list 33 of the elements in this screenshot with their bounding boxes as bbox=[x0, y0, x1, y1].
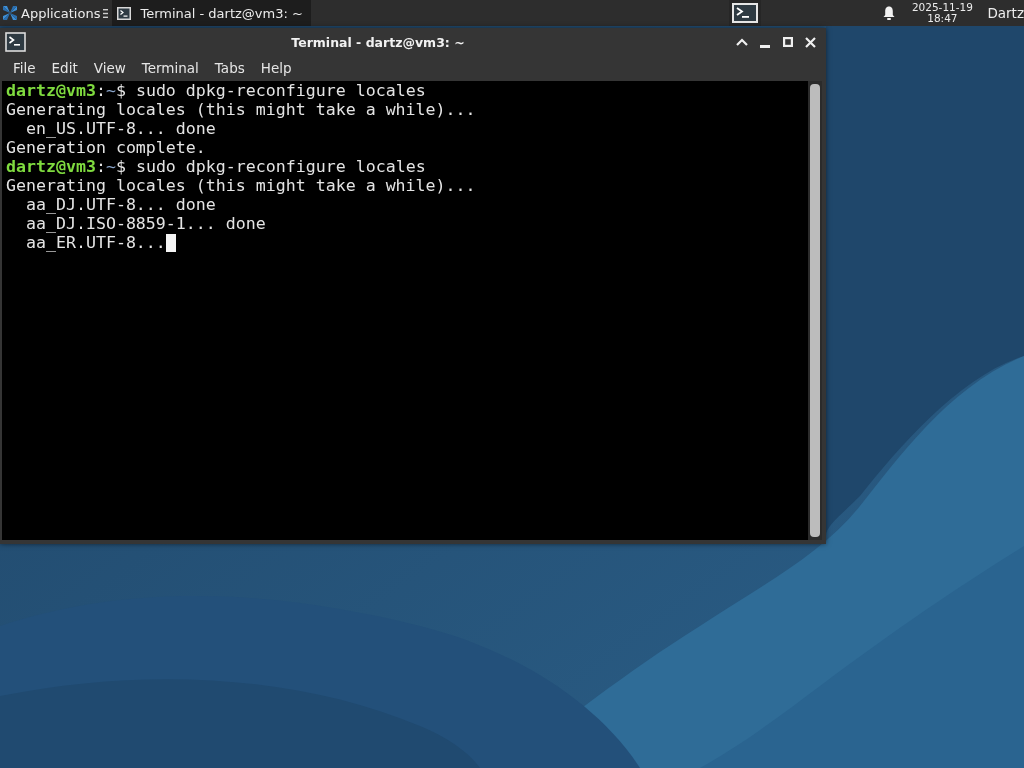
applications-menu-button[interactable]: Applications bbox=[0, 0, 101, 26]
minimize-icon bbox=[759, 44, 770, 48]
terminal-launcher-button[interactable] bbox=[729, 0, 762, 26]
terminal-line: Generation complete. bbox=[6, 138, 206, 157]
terminal-icon bbox=[5, 32, 26, 52]
caret-up-icon bbox=[735, 38, 748, 46]
menu-item[interactable]: View bbox=[85, 58, 134, 78]
terminal-icon bbox=[732, 3, 759, 23]
terminal-line: en_US.UTF-8... done bbox=[24, 119, 216, 138]
terminal-line: dartz@vm3:~$ sudo dpkg-reconfigure locales bbox=[6, 157, 426, 176]
terminal-line: aa_DJ.ISO-8859-1... done bbox=[24, 214, 266, 233]
menu-item[interactable]: Help bbox=[252, 58, 300, 78]
terminal-line: aa_ER.UTF-8... bbox=[24, 233, 166, 252]
menu-item[interactable]: Terminal bbox=[133, 58, 207, 78]
clock-time: 18:47 bbox=[927, 13, 958, 24]
terminal-line: dartz@vm3:~$ sudo dpkg-reconfigure locales bbox=[6, 81, 426, 100]
maximize-icon bbox=[782, 37, 793, 47]
grip-icon bbox=[103, 8, 109, 18]
clock-date: 2025-11-19 bbox=[911, 2, 973, 13]
terminal-line: Generating locales (this might take a while)... bbox=[6, 100, 476, 119]
pinwheel-icon bbox=[2, 5, 18, 21]
bell-icon bbox=[883, 6, 896, 20]
scrollbar[interactable] bbox=[808, 81, 822, 540]
window-title: Terminal - dartz@vm3: ~ bbox=[290, 34, 466, 50]
user-menu-button[interactable]: Dartz bbox=[981, 0, 1024, 26]
terminal-line: Generating locales (this might take a while)... bbox=[6, 176, 476, 195]
close-icon bbox=[805, 36, 816, 48]
menu-item[interactable]: Tabs bbox=[206, 58, 253, 78]
terminal-line: aa_DJ.UTF-8... done bbox=[24, 195, 216, 214]
menu-item[interactable]: Edit bbox=[43, 58, 86, 78]
menu-item[interactable]: File bbox=[5, 58, 44, 78]
terminal-icon bbox=[117, 6, 132, 20]
taskbar-button[interactable]: Terminal - dartz@vm3: ~ bbox=[112, 0, 311, 26]
